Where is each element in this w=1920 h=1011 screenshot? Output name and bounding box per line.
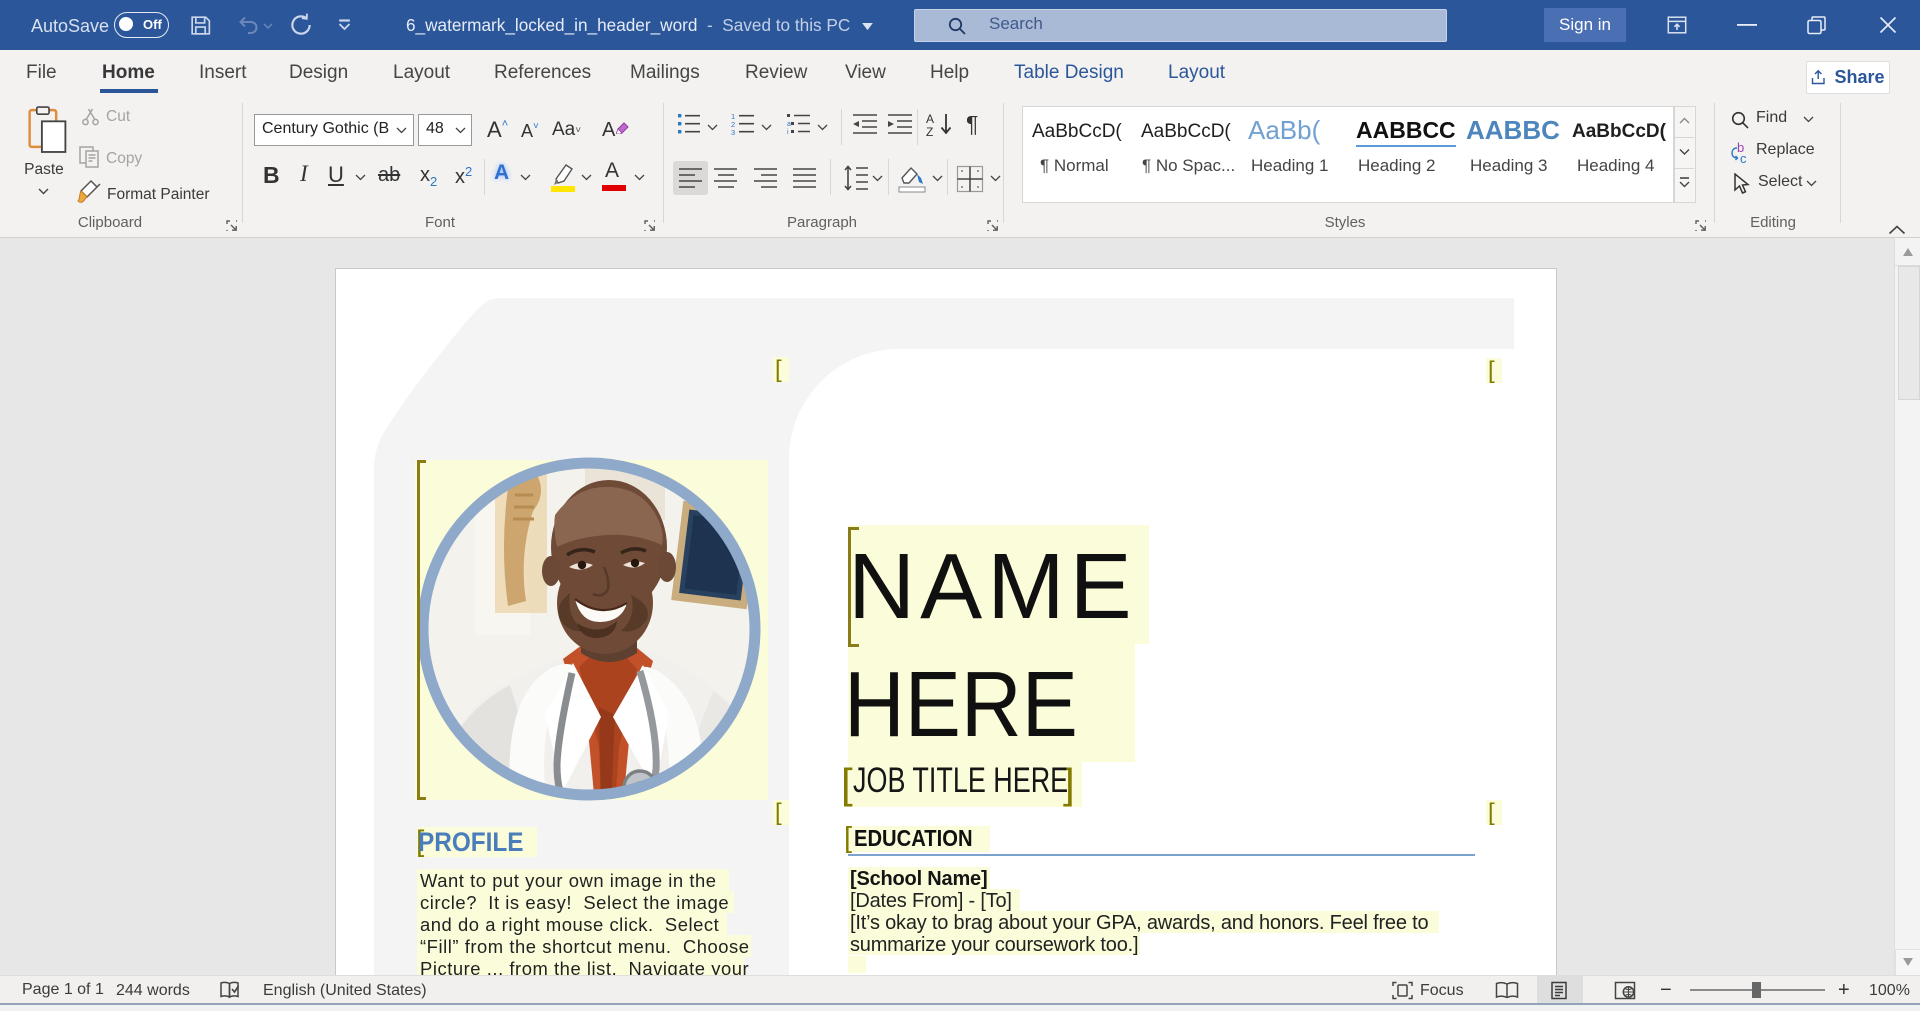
svg-text:i: i	[787, 129, 789, 135]
svg-text:3: 3	[731, 128, 735, 135]
svg-text:Z: Z	[926, 125, 933, 137]
svg-text:A: A	[926, 112, 934, 126]
svg-text:a: a	[787, 121, 791, 128]
svg-text:c: c	[1740, 151, 1747, 164]
